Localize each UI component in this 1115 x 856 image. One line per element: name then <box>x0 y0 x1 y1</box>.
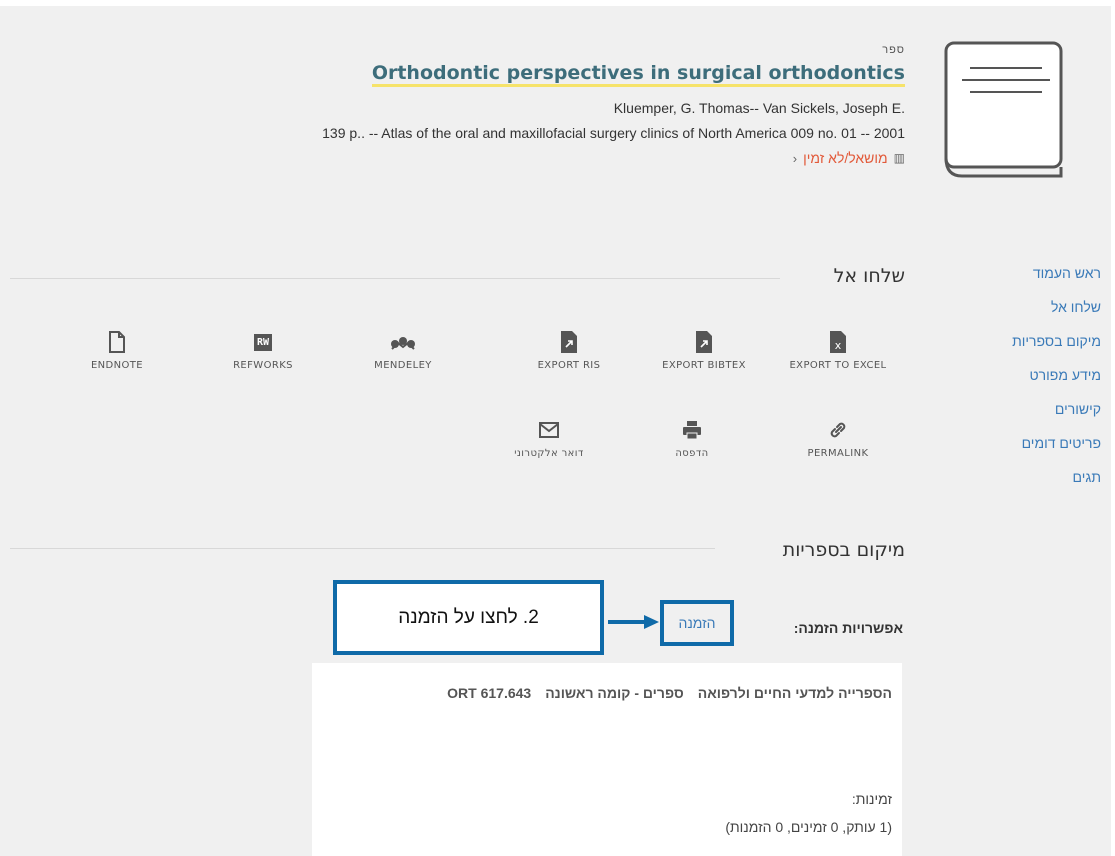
locations-heading: מיקום בספריות <box>782 539 905 561</box>
request-link-highlight[interactable]: הזמנה <box>660 600 734 646</box>
permalink-button[interactable]: PERMALINK <box>788 416 888 461</box>
divider <box>10 548 715 549</box>
send-to-heading: שלחו אל <box>833 265 905 287</box>
request-link[interactable]: הזמנה <box>678 615 715 631</box>
book-open-icon: ▥ <box>893 151 905 165</box>
mendeley-label: MENDELEY <box>374 360 432 371</box>
mendeley-icon <box>391 337 415 350</box>
export-ris-button[interactable]: EXPORT RIS <box>519 328 619 373</box>
instruction-callout: 2. לחצו על הזמנה <box>333 580 604 655</box>
holding-location-line: הספרייה למדעי החיים ולרפואה ספרים - קומה … <box>447 685 892 701</box>
print-label: הדפסה <box>675 448 709 459</box>
endnote-button[interactable]: ENDNOTE <box>67 328 167 373</box>
divider <box>10 278 780 279</box>
export-ris-label: EXPORT RIS <box>537 360 601 371</box>
side-navigation: ראש העמוד שלחו אל מיקום בספריות מידע מפו… <box>931 256 1101 494</box>
export-excel-button[interactable]: x EXPORT TO EXCEL <box>788 328 888 373</box>
record-title-link[interactable]: Orthodontic perspectives in surgical ort… <box>371 62 905 87</box>
arrow-right-icon <box>608 615 659 629</box>
refworks-icon: RW <box>253 333 273 351</box>
refworks-button[interactable]: RW REFWORKS <box>213 328 313 373</box>
svg-text:x: x <box>835 339 842 352</box>
excel-file-icon: x <box>830 331 846 353</box>
permalink-label: PERMALINK <box>807 448 869 459</box>
sidenav-item-tags[interactable]: תגים <box>931 460 1101 494</box>
printer-icon <box>683 421 701 440</box>
document-icon <box>109 331 125 353</box>
export-file-icon <box>696 331 712 353</box>
record-type: ספר <box>882 44 905 56</box>
sidenav-item-similar[interactable]: פריטים דומים <box>931 426 1101 460</box>
right-edge <box>1111 0 1115 856</box>
endnote-label: ENDNOTE <box>90 360 144 371</box>
availability-value: (1 עותק, 0 זמינים, 0 הזמנות) <box>725 819 892 835</box>
export-excel-label: EXPORT TO EXCEL <box>789 360 887 371</box>
holding-call-number: ORT 617.643 <box>447 685 532 701</box>
link-icon <box>830 422 846 438</box>
holding-card[interactable]: הספרייה למדעי החיים ולרפואה ספרים - קומה … <box>312 663 902 856</box>
refworks-label: REFWORKS <box>233 360 293 371</box>
mendeley-button[interactable]: MENDELEY <box>353 328 453 373</box>
sidenav-item-locations[interactable]: מיקום בספריות <box>931 324 1101 358</box>
top-strip <box>0 0 1111 6</box>
availability-status-link[interactable]: ▥ מושאל/לא זמין ‹ <box>793 150 905 166</box>
chevron-left-icon: ‹ <box>792 150 798 166</box>
sidenav-item-top[interactable]: ראש העמוד <box>931 256 1101 290</box>
holding-library: הספרייה למדעי החיים ולרפואה <box>697 685 892 701</box>
envelope-icon <box>539 422 559 438</box>
sidenav-item-send-to[interactable]: שלחו אל <box>931 290 1101 324</box>
email-label: דואר אלקטרוני <box>514 448 584 459</box>
sidenav-item-details[interactable]: מידע מפורט <box>931 358 1101 392</box>
export-file-icon <box>561 331 577 353</box>
sidenav-item-links[interactable]: קישורים <box>931 392 1101 426</box>
record-details: 139 p.. -- Atlas of the oral and maxillo… <box>322 125 905 141</box>
email-button[interactable]: דואר אלקטרוני <box>499 416 599 461</box>
export-bibtex-label: EXPORT BIBTEX <box>662 360 746 371</box>
export-bibtex-button[interactable]: EXPORT BIBTEX <box>654 328 754 373</box>
print-button[interactable]: הדפסה <box>642 416 742 461</box>
availability-label: זמינות: <box>851 791 892 807</box>
book-icon <box>944 41 1063 178</box>
availability-text: מושאל/לא זמין <box>803 150 888 166</box>
holding-location: ספרים - קומה ראשונה <box>545 685 684 701</box>
record-authors: Kluemper, G. Thomas-- Van Sickels, Josep… <box>613 100 905 116</box>
request-options-label: אפשרויות הזמנה: <box>793 620 903 636</box>
